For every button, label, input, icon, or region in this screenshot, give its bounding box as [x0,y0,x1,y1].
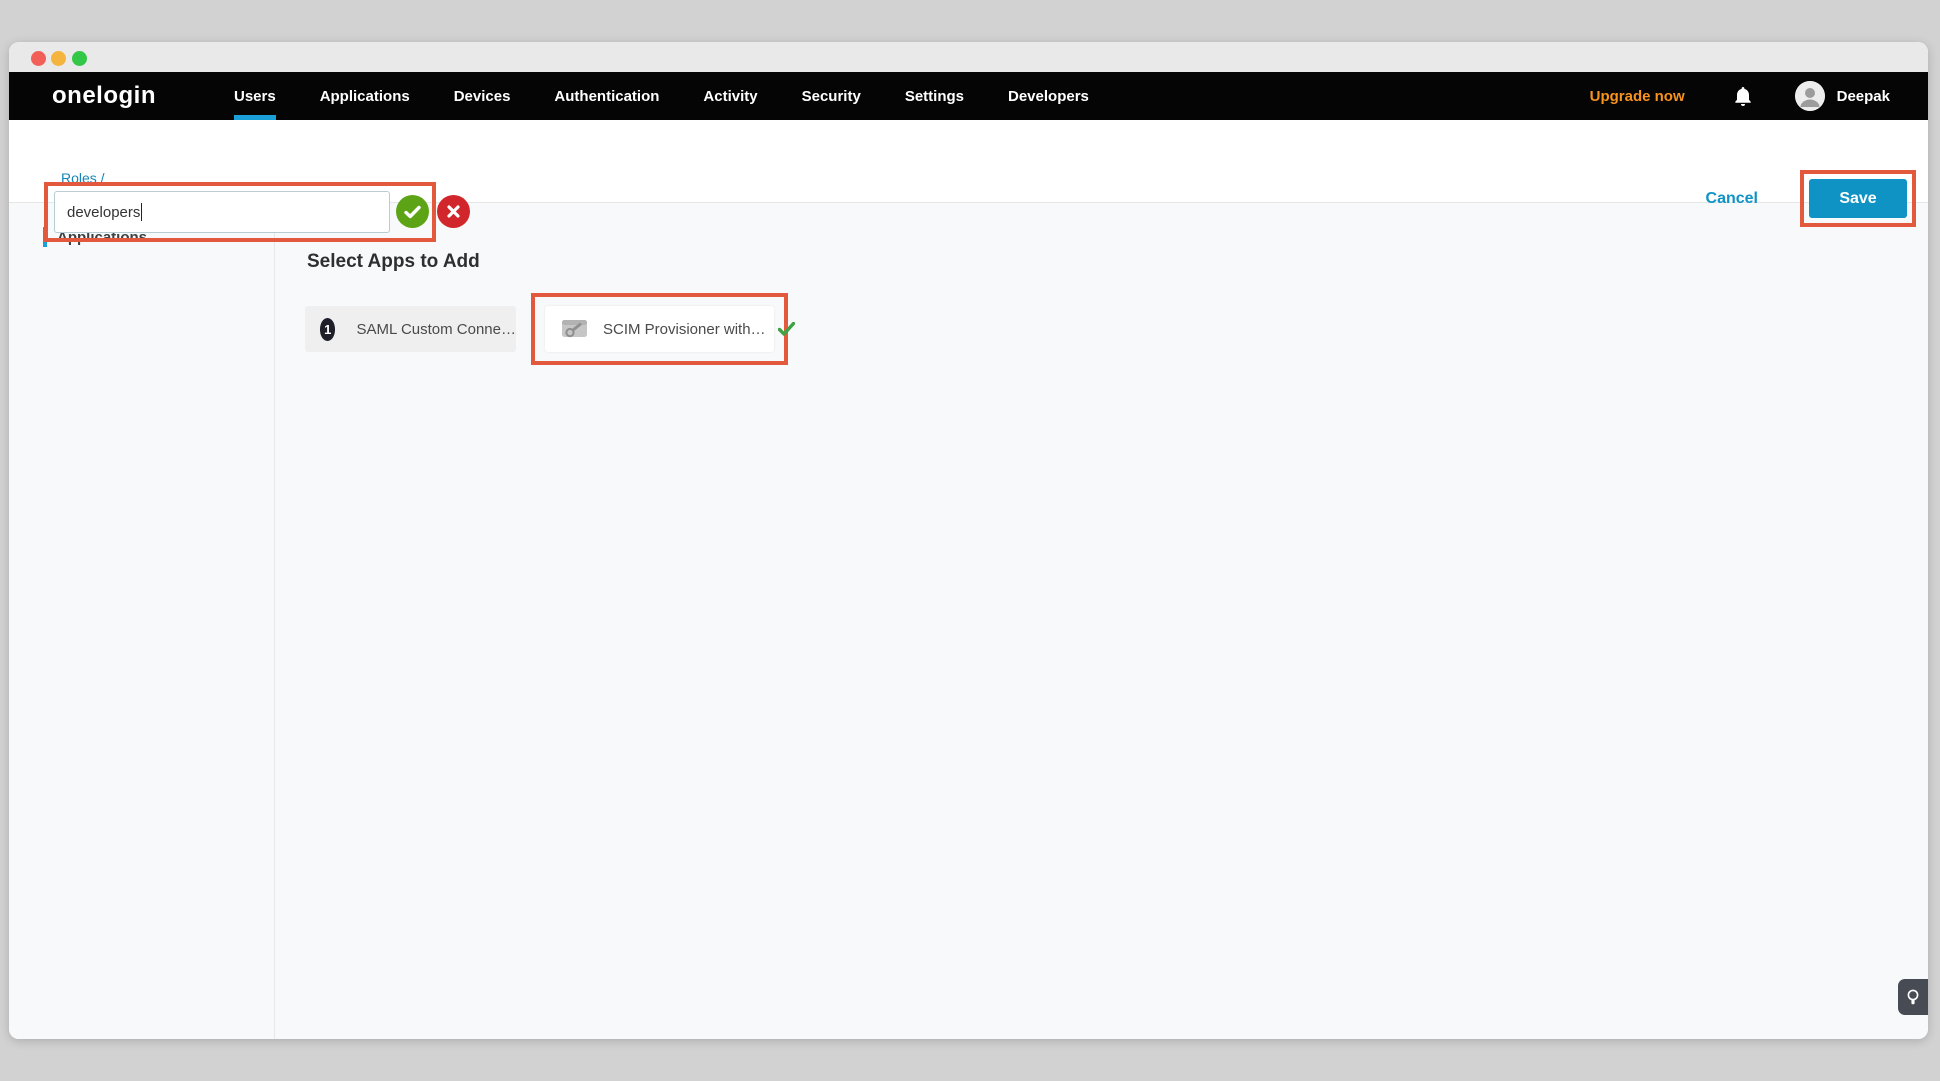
avatar[interactable] [1795,81,1825,111]
app-label: SCIM Provisioner with… [603,321,766,338]
nav-item-devices[interactable]: Devices [432,72,533,120]
user-name: Deepak [1837,88,1890,105]
role-name-value: developers [67,204,140,221]
minimize-icon[interactable] [51,51,66,66]
maximize-icon[interactable] [72,51,87,66]
nav-item-security[interactable]: Security [780,72,883,120]
app-label: SAML Custom Conne… [356,321,516,338]
check-icon [404,205,421,219]
page-header: Roles / developers Cancel Save [9,120,1928,203]
scim-app-icon [561,318,588,340]
app-tile-scim[interactable]: SCIM Provisioner with… [545,306,774,352]
nav-item-users[interactable]: Users [212,72,298,120]
upgrade-now-link[interactable]: Upgrade now [1590,88,1685,105]
top-navbar: onelogin Users Applications Devices Auth… [9,72,1928,120]
main-panel: Select Apps to Add 1 SAML Custom Conne… … [276,203,1928,1039]
app-tiles-row: 1 SAML Custom Conne… SCIM Provisioner wi… [305,293,788,365]
nav-item-authentication[interactable]: Authentication [532,72,681,120]
app-window: onelogin Users Applications Devices Auth… [9,42,1928,1039]
content-area: Applications Select Apps to Add 1 SAML C… [9,203,1928,1039]
nav-item-applications[interactable]: Applications [298,72,432,120]
help-lightbulb-button[interactable] [1898,979,1928,1015]
app-badge: 1 [320,318,335,341]
navbar-right: Upgrade now Deepak [1590,81,1890,111]
window-titlebar [9,42,1928,72]
nav-menu: Users Applications Devices Authenticatio… [212,72,1111,120]
save-button[interactable]: Save [1809,179,1907,218]
nav-item-activity[interactable]: Activity [681,72,779,120]
highlight-box-scim-tile: SCIM Provisioner with… [531,293,788,365]
cancel-rename-button[interactable] [437,195,470,228]
app-tile-saml[interactable]: 1 SAML Custom Conne… [305,306,516,352]
close-icon[interactable] [31,51,46,66]
bell-icon[interactable] [1733,85,1753,107]
text-cursor [141,203,142,221]
x-icon [447,205,460,218]
nav-item-settings[interactable]: Settings [883,72,986,120]
onelogin-logo: onelogin [52,82,156,110]
lightbulb-icon [1907,989,1919,1006]
role-name-input[interactable]: developers [54,191,390,233]
section-heading: Select Apps to Add [307,251,480,273]
confirm-rename-button[interactable] [396,195,429,228]
nav-item-developers[interactable]: Developers [986,72,1111,120]
sidebar: Applications [9,203,275,1039]
selected-check-icon [778,322,795,336]
